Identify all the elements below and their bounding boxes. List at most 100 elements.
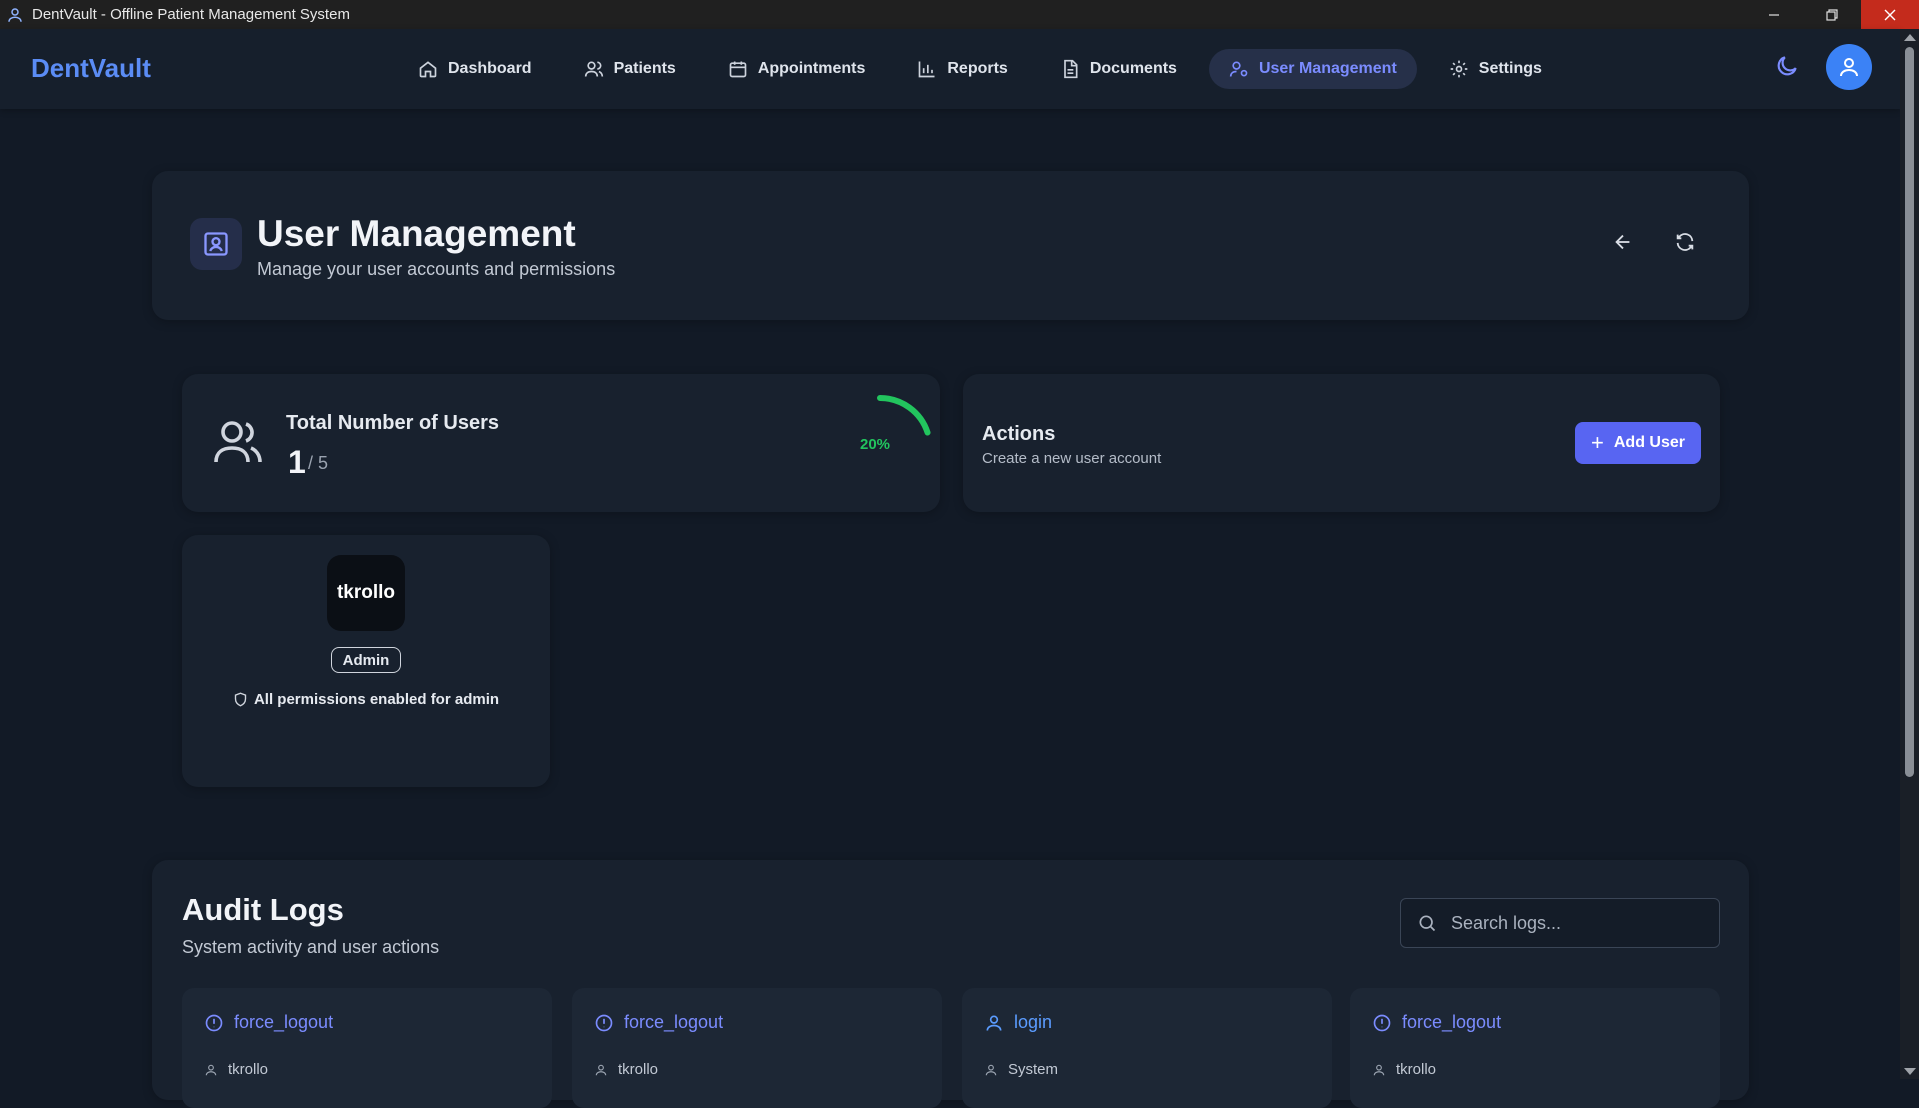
restore-button[interactable]: [1803, 0, 1861, 29]
refresh-icon: [1676, 233, 1694, 251]
search-logs-box[interactable]: [1400, 898, 1720, 948]
window-titlebar: DentVault - Offline Patient Management S…: [0, 0, 1919, 29]
minimize-icon: [1769, 13, 1779, 16]
users-icon: [214, 421, 262, 463]
log-action: force_logout: [594, 1012, 723, 1033]
log-user: tkrollo: [1372, 1061, 1436, 1078]
user-icon: [1840, 58, 1858, 77]
total-users-label: Total Number of Users: [286, 412, 499, 434]
role-badge: Admin: [331, 647, 401, 673]
page-header-card: User Management Manage your user account…: [152, 171, 1749, 320]
log-entry[interactable]: force_logout tkrollo: [182, 988, 552, 1108]
log-user-text: tkrollo: [618, 1061, 659, 1078]
user-card-avatar: tkrollo: [327, 555, 405, 631]
close-window-button[interactable]: [1861, 0, 1919, 29]
log-action: login: [984, 1012, 1052, 1033]
user-icon: [985, 1064, 997, 1075]
refresh-button[interactable]: [1674, 231, 1702, 259]
nav-item-label: User Management: [1258, 60, 1397, 77]
total-users-value: 1: [288, 444, 306, 480]
search-logs-input[interactable]: [1451, 912, 1711, 934]
minimize-button[interactable]: [1745, 0, 1803, 29]
log-user: tkrollo: [204, 1061, 268, 1078]
log-user: System: [984, 1061, 1058, 1078]
nav-item-settings[interactable]: Settings: [1429, 49, 1562, 89]
log-user-text: System: [1008, 1061, 1059, 1078]
user-cog-icon: [1229, 61, 1248, 77]
nav-item-label: Settings: [1478, 60, 1542, 77]
log-action-text: login: [1014, 1012, 1053, 1032]
usage-percent: 20%: [859, 436, 891, 453]
brand-logo[interactable]: DentVault: [31, 53, 151, 84]
user-icon: [986, 1015, 1002, 1031]
nav-item-label: Dashboard: [448, 60, 532, 77]
audit-logs-subtitle: System activity and user actions: [182, 937, 440, 957]
users-stat-icon-wrap: [212, 418, 264, 466]
actions-title: Actions: [982, 423, 1056, 445]
user-avatar-button[interactable]: [1826, 44, 1872, 90]
user-card[interactable]: tkrollo Admin All permissions enabled fo…: [182, 535, 550, 787]
plus-icon: +: [1591, 430, 1604, 455]
nav-item-label: Appointments: [757, 60, 866, 77]
scroll-up-icon[interactable]: [1904, 34, 1916, 41]
permission-note: All permissions enabled for admin: [182, 691, 550, 708]
window-title: DentVault - Offline Patient Management S…: [32, 6, 350, 23]
nav-item-documents[interactable]: Documents: [1040, 49, 1197, 89]
alert-circle-icon: [205, 1014, 223, 1031]
nav-item-label: Documents: [1089, 60, 1177, 77]
total-users-card: Total Number of Users 1 / 5 20%: [182, 374, 940, 512]
bar-chart-icon: [919, 61, 935, 78]
nav-item-user-management[interactable]: User Management: [1208, 49, 1417, 89]
usage-progress-ring: [877, 395, 931, 436]
alert-circle-icon: [595, 1014, 613, 1031]
log-action: force_logout: [1372, 1012, 1501, 1033]
top-navigation: DentVault Dashboard Patients Appointment…: [0, 29, 1900, 109]
calendar-icon: [729, 61, 747, 78]
audit-logs-card: Audit Logs System activity and user acti…: [152, 860, 1749, 1108]
log-action-text: force_logout: [624, 1012, 724, 1032]
home-icon: [419, 61, 437, 78]
close-icon: [1884, 9, 1896, 20]
search-icon: [1419, 915, 1436, 932]
page-subtitle: Manage your user accounts and permission…: [257, 259, 616, 279]
log-action-text: force_logout: [1402, 1012, 1502, 1032]
page-scrollbar[interactable]: [1900, 29, 1919, 1079]
log-action-text: force_logout: [234, 1012, 334, 1032]
add-user-label: Add User: [1613, 434, 1685, 451]
app-icon: [8, 7, 22, 22]
user-icon: [595, 1064, 607, 1075]
usage-progress-arc: [877, 395, 931, 436]
permission-note-text: All permissions enabled for admin: [253, 691, 500, 708]
audit-logs-title: Audit Logs: [182, 892, 344, 927]
users-icon: [584, 61, 603, 77]
total-users-max: / 5: [308, 453, 329, 473]
log-entry[interactable]: force_logout tkrollo: [1350, 988, 1720, 1108]
scroll-thumb[interactable]: [1905, 47, 1914, 777]
gear-icon: [1450, 60, 1468, 78]
log-user-text: tkrollo: [1396, 1061, 1437, 1078]
user-icon: [205, 1064, 217, 1075]
log-entry[interactable]: force_logout tkrollo: [572, 988, 942, 1108]
nav-items: Dashboard Patients Appointments Reports …: [398, 49, 1574, 89]
user-icon: [1373, 1064, 1385, 1075]
window-controls: [1745, 0, 1919, 29]
nav-item-reports[interactable]: Reports: [897, 49, 1027, 89]
nav-item-patients[interactable]: Patients: [564, 49, 696, 89]
nav-item-appointments[interactable]: Appointments: [708, 49, 886, 89]
nav-item-label: Reports: [947, 60, 1008, 77]
log-action: force_logout: [204, 1012, 333, 1033]
nav-item-label: Patients: [613, 60, 676, 77]
dark-mode-toggle-icon[interactable]: [1774, 53, 1800, 79]
log-user-text: tkrollo: [228, 1061, 269, 1078]
actions-card: Actions Create a new user account + Add …: [963, 374, 1720, 512]
arrow-left-icon: [1615, 234, 1630, 250]
shield-icon: [234, 692, 247, 707]
nav-item-dashboard[interactable]: Dashboard: [398, 49, 552, 89]
scroll-down-icon[interactable]: [1904, 1068, 1916, 1075]
page-title: User Management: [257, 213, 576, 254]
log-entry[interactable]: login System: [962, 988, 1332, 1108]
actions-subtitle: Create a new user account: [982, 450, 1162, 467]
add-user-button[interactable]: + Add User: [1575, 422, 1701, 464]
back-button[interactable]: [1612, 231, 1640, 259]
alert-circle-icon: [1373, 1014, 1391, 1031]
